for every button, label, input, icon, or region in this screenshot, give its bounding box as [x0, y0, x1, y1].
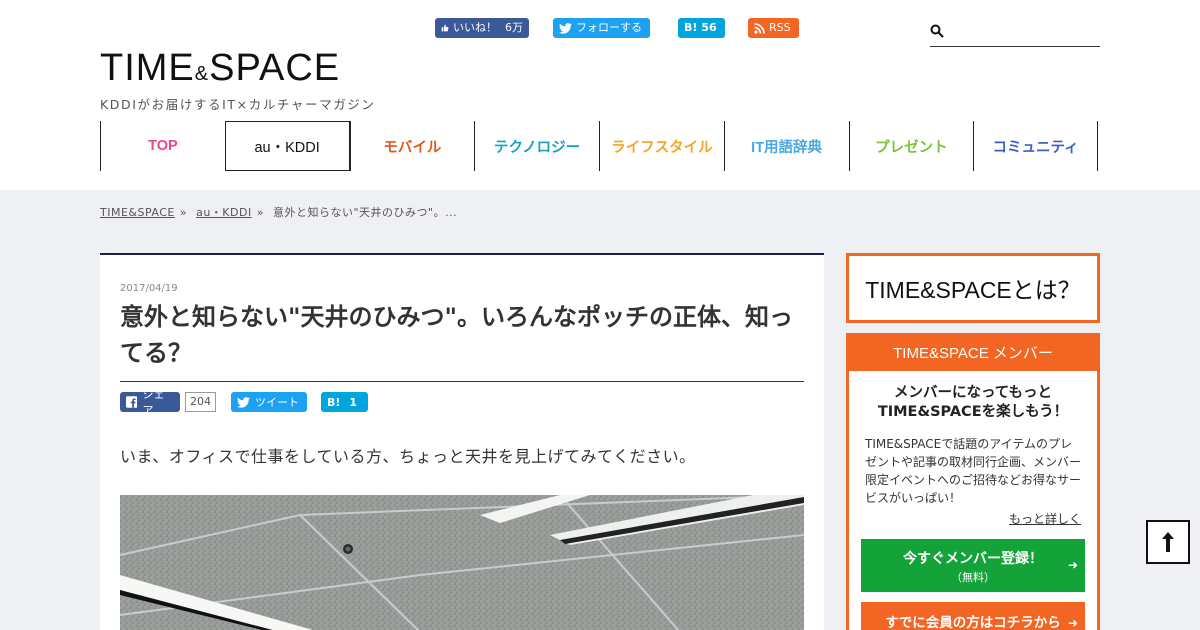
breadcrumb: TIME&SPACE » au・KDDI » 意外と知らない"天井のひみつ"。... — [100, 204, 457, 220]
nav-item-label: テクノロジー — [494, 139, 581, 156]
nav-item-au-kddi[interactable]: au・KDDI — [224, 121, 350, 171]
search-box — [930, 18, 1100, 47]
hatena-share-button[interactable]: B! 1 — [321, 392, 368, 412]
rss-icon — [754, 22, 765, 34]
nav-item-lifestyle[interactable]: ライフスタイル — [599, 121, 724, 171]
article-date: 2017/04/19 — [120, 283, 178, 294]
facebook-share-button[interactable]: シェア — [120, 388, 180, 417]
twitter-bird-icon — [559, 22, 572, 34]
breadcrumb-home-link[interactable]: TIME&SPACE — [100, 206, 175, 219]
nav-item-community[interactable]: コミュニティ — [973, 121, 1098, 171]
member-box-lead: メンバーになってもっと TIME&SPACEを楽しもう！ — [849, 384, 1097, 422]
nav-item-label: TOP — [148, 138, 178, 154]
facebook-share-label: シェア — [142, 388, 165, 417]
facebook-like-count: 6万 — [505, 21, 523, 34]
about-banner[interactable]: TIME&SPACEとは？ — [846, 253, 1100, 323]
arrow-right-icon: ➜ — [1067, 616, 1078, 630]
hatena-bookmark-button[interactable]: B! 56 — [678, 18, 725, 38]
site-header: TIME&SPACE KDDIがお届けするIT×カルチャーマガジン いいね！ 6… — [0, 0, 1200, 190]
breadcrumb-separator: » — [256, 206, 264, 219]
nav-item-label: ライフスタイル — [611, 139, 713, 156]
rss-label: RSS — [769, 21, 791, 34]
search-input[interactable] — [950, 20, 1098, 44]
share-buttons: シェア 204 ツイート B! 1 — [120, 388, 368, 417]
nav-item-label: au・KDDI — [254, 139, 320, 156]
arrow-right-icon: ➜ — [1067, 558, 1078, 572]
breadcrumb-category-link[interactable]: au・KDDI — [196, 206, 252, 219]
arrow-up-icon — [1162, 532, 1174, 552]
tweet-label: ツイート — [255, 396, 299, 409]
hatena-bookmark-count: 56 — [701, 21, 717, 34]
member-lead-line-2: TIME&SPACEを楽しもう！ — [877, 404, 1069, 420]
member-box-header: TIME&SPACE メンバー — [849, 336, 1097, 371]
breadcrumb-current: 意外と知らない"天井のひみつ"。... — [272, 206, 458, 219]
login-button-label: すでに会員の方はコチラから — [885, 615, 1061, 630]
nav-item-label: モバイル — [383, 139, 442, 156]
article-title: 意外と知らない"天井のひみつ"。いろんなポッチの正体、知ってる？ — [120, 299, 804, 382]
logo-tagline: KDDIがお届けするIT×カルチャーマガジン — [100, 97, 376, 112]
nav-item-top[interactable]: TOP — [100, 121, 225, 171]
main-nav: TOP au・KDDI モバイル テクノロジー ライフスタイル IT用語辞典 プ… — [100, 121, 1098, 171]
nav-item-it-glossary[interactable]: IT用語辞典 — [723, 121, 849, 171]
member-box: TIME&SPACE メンバー メンバーになってもっと TIME&SPACEを楽… — [846, 333, 1100, 630]
facebook-icon — [126, 396, 138, 408]
facebook-like-label: いいね！ — [453, 21, 497, 34]
about-banner-title: TIME&SPACEとは？ — [865, 277, 1081, 303]
logo-wordmark: TIME&SPACE — [100, 47, 341, 89]
twitter-follow-button[interactable]: フォローする — [553, 18, 650, 38]
hatena-bookmark-icon: B! — [684, 21, 698, 34]
site-logo[interactable]: TIME&SPACE KDDIがお届けするIT×カルチャーマガジン — [100, 48, 376, 113]
thumbs-up-icon — [441, 24, 449, 32]
article: 2017/04/19 意外と知らない"天井のひみつ"。いろんなポッチの正体、知っ… — [100, 253, 824, 630]
nav-item-label: プレゼント — [875, 139, 948, 156]
facebook-like-button[interactable]: いいね！ 6万 — [435, 18, 529, 38]
ceiling-photo — [120, 495, 804, 630]
member-box-description: TIME&SPACEで話題のアイテムのプレゼントや記事の取材同行企画、メンバー限… — [865, 437, 1082, 505]
member-lead-line-1: メンバーになってもっと — [893, 385, 1053, 401]
article-lead: いま、オフィスで仕事をしている方、ちょっと天井を見上げてみてください。 — [120, 447, 696, 466]
tweet-button[interactable]: ツイート — [231, 392, 307, 412]
nav-item-mobile[interactable]: モバイル — [349, 121, 475, 171]
search-icon[interactable] — [930, 24, 944, 38]
facebook-share-count: 204 — [185, 392, 216, 412]
nav-item-technology[interactable]: テクノロジー — [474, 121, 599, 171]
login-button[interactable]: すでに会員の方はコチラから ➜ — [861, 602, 1085, 630]
nav-item-label: IT用語辞典 — [751, 139, 823, 156]
nav-item-label: コミュニティ — [992, 139, 1079, 156]
more-details-link[interactable]: もっと詳しく — [849, 510, 1081, 527]
register-button-label: 今すぐメンバー登録！ — [903, 551, 1043, 567]
twitter-follow-label: フォローする — [576, 21, 642, 34]
hatena-bookmark-icon: B! — [327, 395, 341, 409]
hatena-share-count: 1 — [349, 395, 358, 409]
register-button[interactable]: 今すぐメンバー登録！ （無料） ➜ — [861, 539, 1085, 592]
nav-item-present[interactable]: プレゼント — [848, 121, 974, 171]
rss-button[interactable]: RSS — [748, 18, 799, 38]
breadcrumb-separator: » — [179, 206, 188, 219]
register-button-sublabel: （無料） — [951, 571, 995, 584]
back-to-top-button[interactable] — [1146, 520, 1190, 564]
twitter-bird-icon — [237, 396, 250, 408]
